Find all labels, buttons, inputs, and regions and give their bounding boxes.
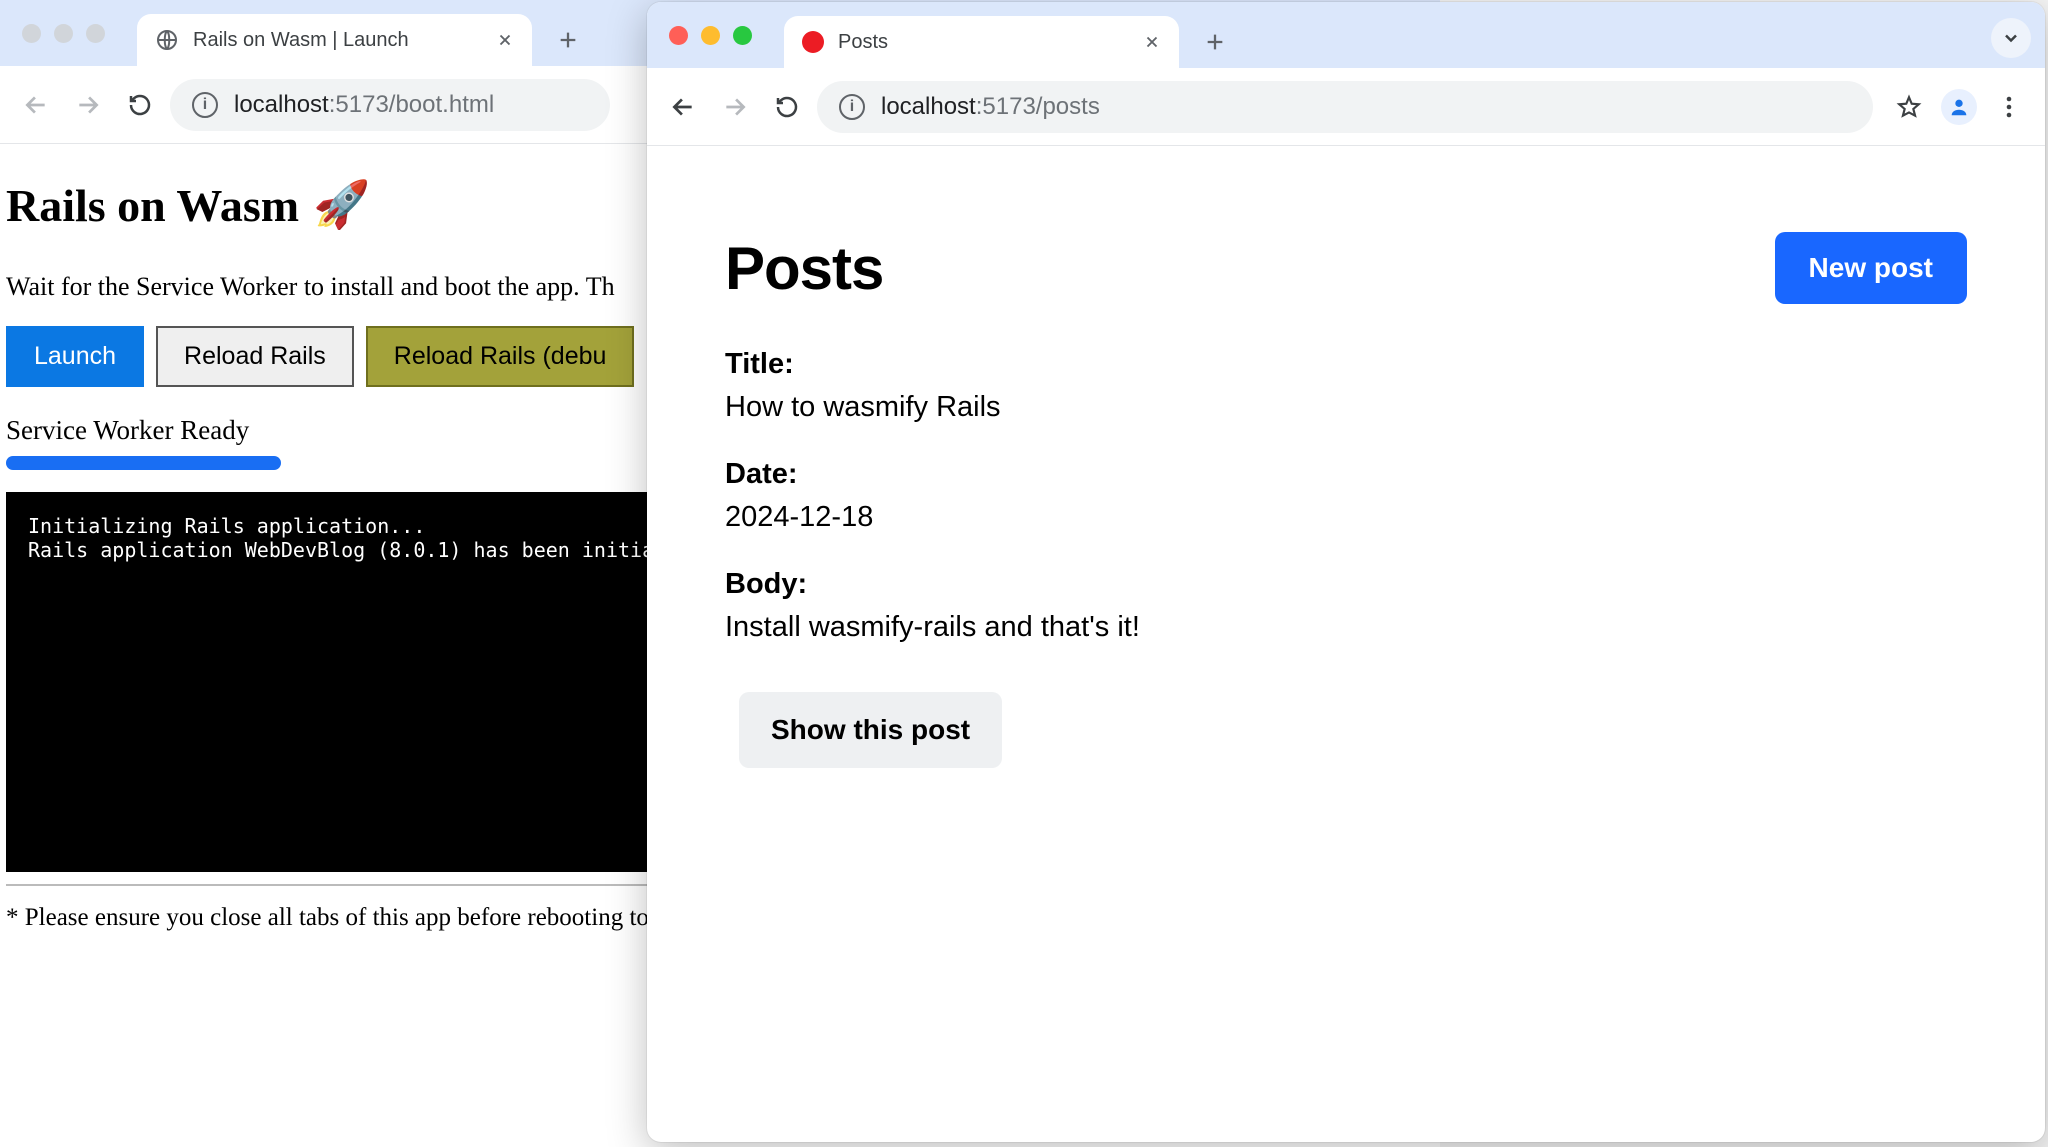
reload-button[interactable] (765, 85, 809, 129)
toolbar: i localhost:5173/posts (647, 68, 2045, 146)
nav-forward-button[interactable] (66, 83, 110, 127)
tab-posts[interactable]: Posts (784, 16, 1179, 68)
address-bar[interactable]: i localhost:5173/posts (817, 81, 1873, 133)
reload-rails-button[interactable]: Reload Rails (156, 326, 354, 387)
traffic-minimize-icon[interactable] (701, 26, 720, 45)
traffic-zoom-icon[interactable] (733, 26, 752, 45)
window-controls-inactive (22, 0, 127, 66)
tab-title: Posts (838, 31, 1129, 54)
posts-header: Posts New post (725, 232, 1967, 304)
reload-rails-debug-button[interactable]: Reload Rails (debu (366, 326, 635, 387)
site-info-icon[interactable]: i (839, 94, 865, 120)
profile-avatar-button[interactable] (1937, 85, 1981, 129)
tab-strip: Posts (647, 2, 2045, 68)
progress-bar (6, 456, 281, 470)
traffic-close-icon[interactable] (22, 24, 41, 43)
tab-title: Rails on Wasm | Launch (193, 29, 482, 52)
bookmark-star-icon[interactable] (1887, 85, 1931, 129)
new-tab-button[interactable] (1195, 22, 1235, 62)
tab-rails-on-wasm[interactable]: Rails on Wasm | Launch (137, 14, 532, 66)
nav-back-button[interactable] (661, 85, 705, 129)
traffic-close-icon[interactable] (669, 26, 688, 45)
body-label: Body: (725, 568, 1967, 601)
show-post-button[interactable]: Show this post (739, 692, 1002, 768)
site-info-icon[interactable]: i (192, 92, 218, 118)
page-title: Posts (725, 234, 883, 303)
title-label: Title: (725, 348, 1967, 381)
new-post-button[interactable]: New post (1775, 232, 1967, 304)
toolbar-right (1887, 85, 2031, 129)
traffic-minimize-icon[interactable] (54, 24, 73, 43)
page-content-front: Posts New post Title: How to wasmify Rai… (647, 146, 2045, 854)
window-controls (669, 2, 774, 68)
date-label: Date: (725, 458, 1967, 491)
record-dot-icon (802, 31, 824, 53)
post-item: Title: How to wasmify Rails Date: 2024-1… (725, 348, 1967, 768)
browser-window-front: Posts i localhost:5173/posts (647, 2, 2045, 1142)
traffic-zoom-icon[interactable] (86, 24, 105, 43)
nav-back-button[interactable] (14, 83, 58, 127)
reload-button[interactable] (118, 83, 162, 127)
rocket-icon: 🚀 (313, 178, 370, 232)
body-value: Install wasmify-rails and that's it! (725, 611, 1967, 644)
tabs-dropdown-button[interactable] (1991, 18, 2031, 58)
close-tab-icon[interactable] (1143, 33, 1161, 51)
address-bar[interactable]: i localhost:5173/boot.html (170, 79, 610, 131)
title-value: How to wasmify Rails (725, 391, 1967, 424)
url-display: localhost:5173/posts (881, 93, 1100, 121)
nav-forward-button[interactable] (713, 85, 757, 129)
globe-icon (155, 28, 179, 52)
launch-button[interactable]: Launch (6, 326, 144, 387)
kebab-menu-icon[interactable] (1987, 85, 2031, 129)
close-tab-icon[interactable] (496, 31, 514, 49)
url-display: localhost:5173/boot.html (234, 91, 494, 119)
new-tab-button[interactable] (548, 20, 588, 60)
date-value: 2024-12-18 (725, 501, 1967, 534)
